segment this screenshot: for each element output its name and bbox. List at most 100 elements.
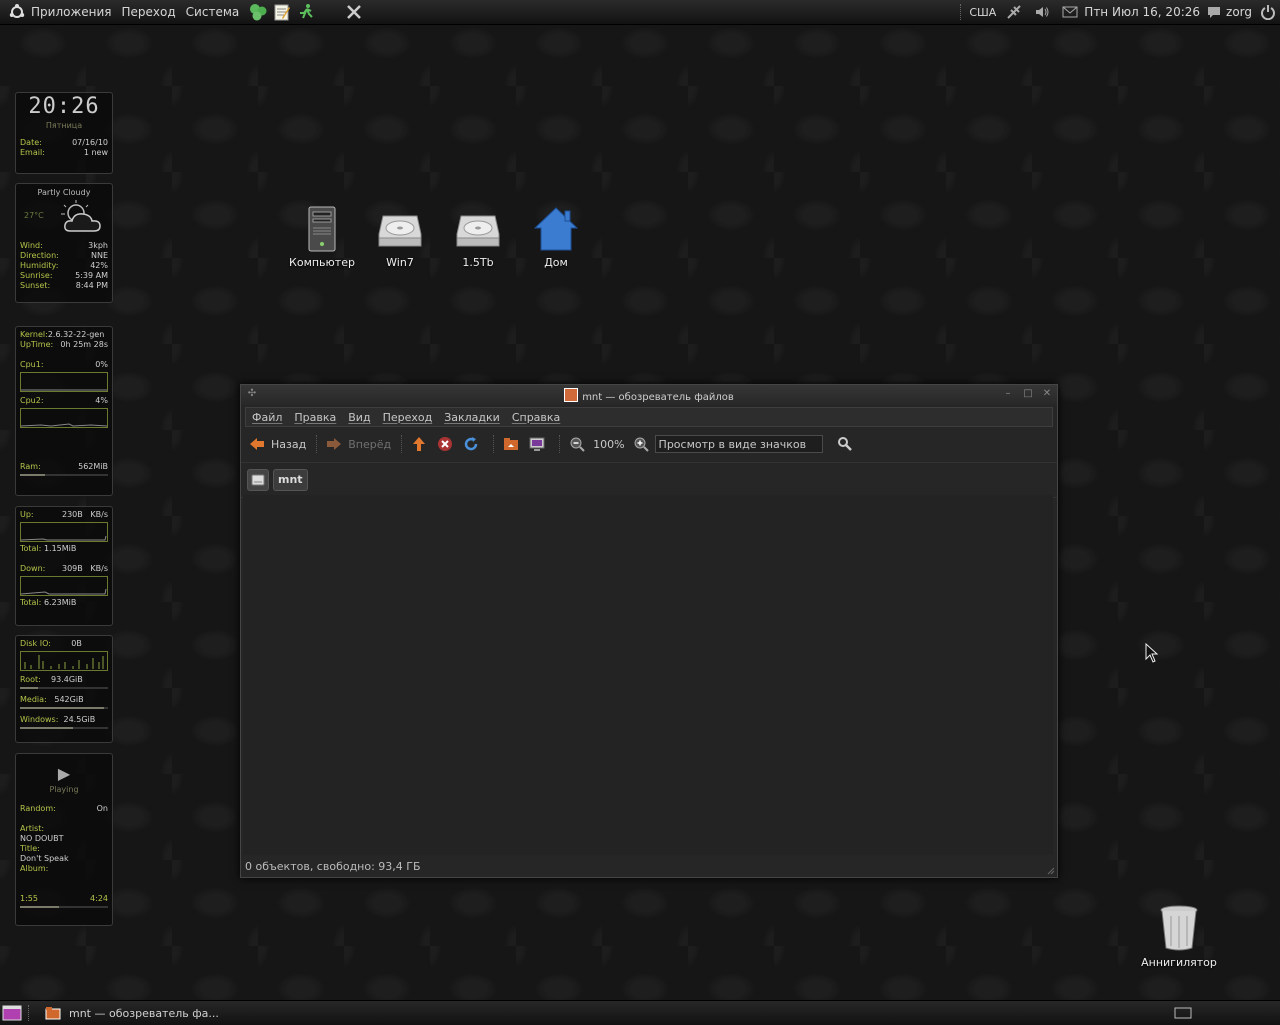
album-label: Album: bbox=[20, 864, 49, 873]
ubuntu-logo-icon[interactable] bbox=[9, 4, 25, 20]
menu-applications[interactable]: Приложения bbox=[31, 5, 112, 19]
disk-io-value: 0B bbox=[71, 639, 82, 648]
download-total-value: 6.23MiB bbox=[43, 598, 77, 607]
drive-toggle-button[interactable] bbox=[247, 469, 269, 491]
ram-value: 562MiB bbox=[78, 462, 108, 471]
track-progress-bar[interactable] bbox=[20, 906, 108, 908]
arrow-left-icon bbox=[250, 438, 264, 450]
disk-widget: Disk IO: 0B Root: 93.4GiB Media: 542GiB … bbox=[15, 635, 113, 743]
cpu1-label: Cpu1: bbox=[20, 360, 44, 369]
close-button[interactable]: ✕ bbox=[1042, 389, 1052, 399]
taskbar-item-file-manager[interactable]: mnt — обозреватель фа... bbox=[45, 1006, 219, 1020]
resize-grip-icon[interactable] bbox=[1047, 867, 1055, 875]
toolbar: Назад Вперёд 100% Просмотр в виде значко… bbox=[241, 427, 1057, 461]
play-icon[interactable]: ▶ bbox=[16, 764, 112, 783]
root-value: 93.4GiB bbox=[51, 675, 83, 684]
computer-toolbar-icon[interactable] bbox=[529, 436, 545, 452]
artist-label: Artist: bbox=[20, 824, 45, 833]
user-name[interactable]: zorg bbox=[1226, 5, 1252, 19]
search-icon[interactable] bbox=[837, 436, 853, 452]
folder-icon bbox=[564, 388, 579, 402]
media-bar bbox=[20, 707, 108, 709]
windows-label: Windows: bbox=[20, 715, 59, 724]
computer-icon bbox=[308, 206, 336, 252]
trash-icon bbox=[1160, 905, 1198, 951]
keyboard-layout[interactable]: США bbox=[969, 6, 996, 19]
artist-value: NO DOUBT bbox=[20, 834, 64, 843]
menu-places[interactable]: Переход bbox=[122, 5, 176, 19]
back-button[interactable]: Назад bbox=[249, 436, 306, 452]
desktop-icon-1-5tb[interactable]: 1.5Tb bbox=[438, 212, 518, 269]
menu-bookmarks[interactable]: Закладки bbox=[444, 411, 500, 424]
chat-status-icon[interactable] bbox=[1206, 4, 1222, 20]
file-view-area[interactable] bbox=[243, 495, 1053, 855]
harddisk-icon bbox=[378, 215, 422, 247]
menubar: Файл Правка Вид Переход Закладки Справка bbox=[245, 407, 1053, 427]
menu-go[interactable]: Переход bbox=[383, 411, 433, 424]
clock[interactable]: Птн Июл 16, 20:26 bbox=[1084, 5, 1200, 19]
home-folder-icon[interactable] bbox=[503, 436, 519, 452]
workspace-switcher-icon[interactable] bbox=[1174, 1007, 1192, 1019]
toolbar-separator bbox=[316, 435, 318, 453]
network-icon[interactable] bbox=[1006, 4, 1022, 20]
partly-cloudy-icon bbox=[61, 200, 101, 232]
power-icon[interactable] bbox=[1260, 4, 1276, 20]
upload-total-value: 1.15MiB bbox=[43, 544, 77, 553]
cpu1-value: 0% bbox=[95, 360, 108, 369]
weather-label: Wind: bbox=[20, 241, 43, 250]
show-desktop-icon[interactable] bbox=[2, 1004, 22, 1022]
zoom-out-icon[interactable] bbox=[569, 436, 585, 452]
reload-icon[interactable] bbox=[463, 436, 479, 452]
kernel-value: 2.6.32-22-gen bbox=[47, 330, 105, 339]
elapsed-time: 1:55 bbox=[20, 894, 38, 903]
uptime-value: 0h 25m 28s bbox=[60, 340, 108, 349]
menu-edit[interactable]: Правка bbox=[294, 411, 336, 424]
total-time: 4:24 bbox=[90, 894, 108, 903]
weather-label: Humidity: bbox=[20, 261, 59, 270]
close-icon[interactable] bbox=[345, 3, 363, 21]
desktop-icon-win7[interactable]: Win7 bbox=[360, 212, 440, 269]
desktop-icon-home[interactable]: Дом bbox=[516, 206, 596, 269]
weather-widget: Partly Cloudy 27°C Wind: 3kph Direction: N… bbox=[15, 183, 113, 303]
upload-total-label: Total: bbox=[20, 544, 42, 553]
clock-widget: 20:26 Пятница Date: 07/16/10 Email: 1 new bbox=[15, 92, 113, 174]
minimize-button[interactable]: – bbox=[1003, 389, 1013, 399]
network-widget: Up: 230B KB/s Total: 1.15MiB Down: 309B KB… bbox=[15, 506, 113, 626]
mail-icon[interactable] bbox=[1062, 4, 1078, 20]
weather-value: 42% bbox=[90, 261, 108, 270]
harddisk-icon bbox=[456, 215, 500, 247]
random-label: Random: bbox=[20, 804, 56, 813]
weather-condition: Partly Cloudy bbox=[37, 188, 91, 197]
path-segment-mnt[interactable]: mnt bbox=[273, 469, 308, 491]
weather-temp: 27°C bbox=[24, 211, 44, 220]
menu-file[interactable]: Файл bbox=[252, 411, 282, 424]
cpu1-graph bbox=[20, 372, 108, 392]
chat-launcher-icon[interactable] bbox=[249, 3, 267, 21]
zoom-in-icon[interactable] bbox=[633, 436, 649, 452]
cpu2-value: 4% bbox=[95, 396, 108, 405]
back-label: Назад bbox=[271, 437, 307, 451]
menu-view[interactable]: Вид bbox=[348, 411, 370, 424]
view-mode-select[interactable]: Просмотр в виде значков bbox=[654, 435, 823, 453]
download-unit: KB/s bbox=[90, 564, 108, 573]
desktop-icon-trash[interactable]: Аннигилятор bbox=[1139, 904, 1219, 969]
weather-value: 8:44 PM bbox=[75, 281, 108, 290]
cpu2-graph bbox=[20, 408, 108, 428]
forward-button[interactable]: Вперёд bbox=[326, 436, 391, 452]
disk-io-graph bbox=[20, 651, 108, 671]
maximize-button[interactable]: □ bbox=[1023, 389, 1033, 399]
menu-help[interactable]: Справка bbox=[512, 411, 560, 424]
widget-time: 20:26 bbox=[28, 94, 100, 119]
menu-system[interactable]: Система bbox=[186, 5, 240, 19]
volume-icon[interactable] bbox=[1034, 4, 1050, 20]
arrow-up-icon[interactable] bbox=[411, 436, 427, 452]
toolbar-separator bbox=[401, 435, 403, 453]
upload-unit: KB/s bbox=[90, 510, 108, 519]
forward-label: Вперёд bbox=[348, 437, 392, 451]
stop-icon[interactable] bbox=[437, 436, 453, 452]
root-label: Root: bbox=[20, 675, 41, 684]
desktop-icon-computer[interactable]: Компьютер bbox=[282, 206, 362, 269]
text-editor-launcher-icon[interactable] bbox=[273, 3, 291, 21]
window-titlebar[interactable]: ✣ mnt — обозреватель файлов – □ ✕ bbox=[241, 385, 1057, 405]
runner-launcher-icon[interactable] bbox=[297, 3, 315, 21]
